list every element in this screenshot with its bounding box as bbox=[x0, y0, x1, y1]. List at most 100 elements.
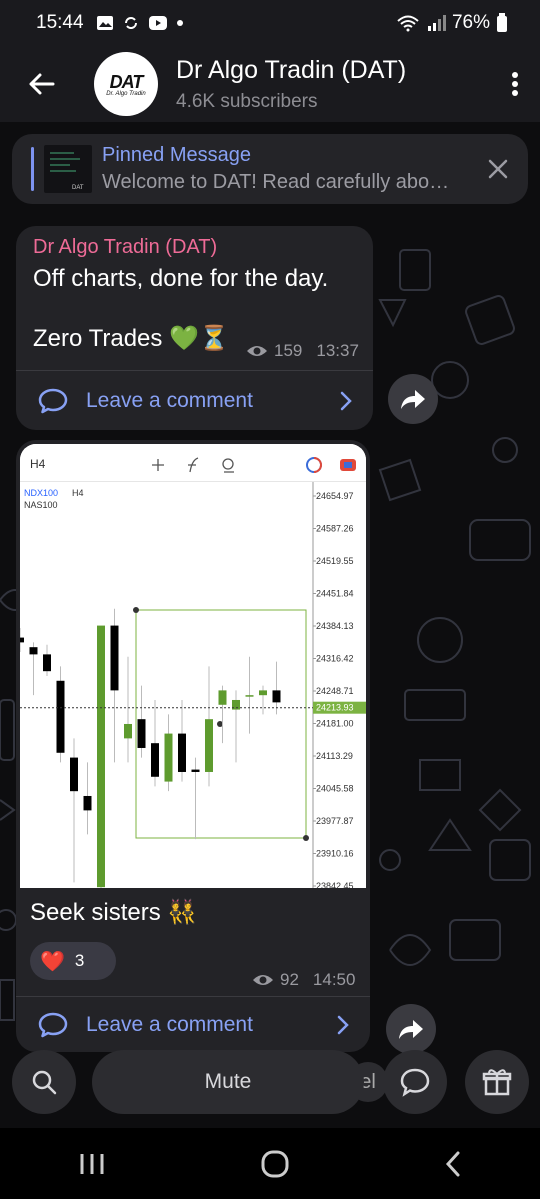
price-axis-label: 24248.71 bbox=[316, 686, 354, 696]
pinned-text: Welcome to DAT! Read carefully abo… bbox=[102, 171, 450, 193]
status-time: 15:44 bbox=[36, 12, 84, 33]
chevron-right-icon bbox=[340, 391, 352, 410]
share-button[interactable] bbox=[386, 1004, 436, 1054]
price-axis-label: 24451.84 bbox=[316, 589, 354, 599]
bear-candle bbox=[272, 690, 281, 703]
home-icon[interactable] bbox=[260, 1149, 290, 1179]
price-axis-label: 24519.55 bbox=[316, 556, 354, 566]
message-sender[interactable]: Dr Algo Tradin (DAT) bbox=[33, 236, 217, 259]
chevron-right-icon bbox=[337, 1015, 349, 1035]
battery-icon bbox=[497, 13, 507, 32]
mute-label: Mute bbox=[204, 1070, 252, 1093]
leave-comment-label: Leave a comment bbox=[86, 1013, 253, 1036]
chart-symbol-description: NAS100 bbox=[24, 500, 58, 510]
message-time: 14:50 bbox=[312, 970, 356, 989]
bear-candle bbox=[43, 654, 51, 672]
avatar-logo: DAT bbox=[109, 71, 144, 92]
system-nav-bar bbox=[0, 1128, 540, 1199]
range-box-handle bbox=[303, 835, 309, 841]
bear-candle bbox=[191, 769, 200, 772]
price-axis-label: 24113.29 bbox=[316, 751, 353, 761]
bear-candle bbox=[83, 795, 92, 811]
trade-icon bbox=[340, 459, 356, 471]
divider bbox=[16, 996, 370, 997]
bull-candle bbox=[259, 690, 267, 696]
bear-candle bbox=[137, 719, 146, 748]
search-button[interactable] bbox=[12, 1050, 76, 1114]
message-bubble[interactable]: Dr Algo Tradin (DAT) Off charts, done fo… bbox=[16, 226, 373, 430]
battery-percent: 76% bbox=[451, 12, 490, 33]
leave-comment-label: Leave a comment bbox=[86, 388, 253, 412]
channel-info[interactable]: Dr Algo Tradin (DAT) 4.6K subscribers bbox=[176, 56, 406, 113]
chat-header: DAT Dr. Algo Tradin Dr Algo Tradin (DAT)… bbox=[0, 46, 540, 122]
recent-apps-icon[interactable] bbox=[77, 1151, 107, 1177]
pinned-message-bar[interactable]: DAT Pinned Message Welcome to DAT! Read … bbox=[12, 134, 528, 204]
chart-symbol-timeframe: H4 bbox=[72, 488, 84, 498]
pinned-title: Pinned Message bbox=[102, 144, 251, 166]
bull-candle bbox=[218, 690, 227, 705]
avatar-logo-sub: Dr. Algo Tradin bbox=[106, 90, 146, 97]
message-bubble[interactable]: H4 NDX100 H4 NAS100 24654.97 24587.26 2451… bbox=[16, 440, 370, 1052]
share-arrow-icon bbox=[401, 390, 425, 409]
bear-candle bbox=[70, 757, 78, 792]
message-line-1: Off charts, done for the day. bbox=[33, 265, 329, 292]
back-button[interactable] bbox=[10, 53, 72, 115]
pinned-thumbnail: DAT bbox=[44, 145, 92, 193]
candlestick-chart: H4 NDX100 H4 NAS100 24654.97 24587.26 2451… bbox=[20, 444, 366, 888]
chart-screenshot[interactable]: H4 NDX100 H4 NAS100 24654.97 24587.26 2451… bbox=[20, 444, 366, 888]
bear-candle bbox=[56, 680, 65, 753]
wifi-icon bbox=[397, 15, 419, 32]
heart-reaction-icon: ❤️ bbox=[40, 950, 65, 973]
mute-button[interactable]: Mute bbox=[92, 1050, 364, 1114]
subscriber-count: 4.6K subscribers bbox=[176, 90, 318, 112]
gift-button[interactable] bbox=[465, 1050, 529, 1114]
share-button[interactable] bbox=[388, 374, 438, 424]
discussion-button[interactable] bbox=[383, 1050, 447, 1114]
pinned-accent-bar bbox=[31, 147, 34, 191]
back-nav-icon[interactable] bbox=[443, 1150, 463, 1178]
channel-avatar[interactable]: DAT Dr. Algo Tradin bbox=[94, 52, 158, 116]
price-axis-label: 24654.97 bbox=[316, 491, 354, 501]
comment-bubble-icon bbox=[38, 388, 68, 413]
view-count: 92 bbox=[280, 970, 299, 989]
price-axis-label: 24384.13 bbox=[316, 621, 354, 631]
reaction-count: 3 bbox=[74, 951, 85, 970]
price-axis-label: 23842.45 bbox=[316, 881, 354, 888]
chart-timeframe: H4 bbox=[30, 457, 46, 471]
arrow-left-icon bbox=[29, 73, 55, 95]
reaction-heart[interactable]: ❤️ 3 bbox=[30, 942, 116, 980]
sync-icon bbox=[124, 17, 137, 29]
bear-candle bbox=[110, 625, 119, 691]
gallery-icon bbox=[96, 16, 113, 30]
notification-icons bbox=[96, 14, 184, 32]
svg-text:DAT: DAT bbox=[72, 185, 84, 191]
message-meta: 159 13:37 bbox=[246, 341, 359, 361]
price-axis-label: 23977.87 bbox=[316, 816, 354, 826]
signal-icon bbox=[427, 15, 446, 31]
bear-candle bbox=[29, 647, 38, 655]
youtube-icon bbox=[148, 16, 167, 30]
views-eye-icon bbox=[247, 346, 267, 356]
more-menu-button[interactable] bbox=[490, 54, 540, 114]
search-icon bbox=[32, 1070, 57, 1095]
bull-candle bbox=[205, 719, 213, 772]
bear-candle bbox=[178, 733, 186, 772]
bear-candle bbox=[20, 637, 24, 643]
bull-candle bbox=[245, 695, 254, 697]
bull-candle bbox=[164, 733, 173, 782]
channel-name: Dr Algo Tradin (DAT) bbox=[176, 55, 407, 84]
comment-bubble-icon bbox=[400, 1068, 430, 1097]
close-pinned-button[interactable] bbox=[486, 157, 510, 181]
price-axis-label: 24045.58 bbox=[316, 784, 354, 794]
view-count: 159 bbox=[274, 341, 303, 360]
thumbnail-graphic: DAT bbox=[50, 152, 84, 191]
message-meta: 92 14:50 bbox=[252, 970, 355, 990]
leave-comment-button[interactable]: Leave a comment bbox=[16, 371, 373, 430]
share-arrow-icon bbox=[399, 1020, 423, 1039]
leave-comment-button[interactable]: Leave a comment bbox=[16, 998, 370, 1052]
bear-candle bbox=[151, 743, 159, 777]
status-bar: 15:44 76% bbox=[0, 0, 540, 46]
views-eye-icon bbox=[253, 975, 273, 985]
dot-icon bbox=[176, 20, 183, 26]
price-axis-label: 23910.16 bbox=[316, 849, 354, 859]
